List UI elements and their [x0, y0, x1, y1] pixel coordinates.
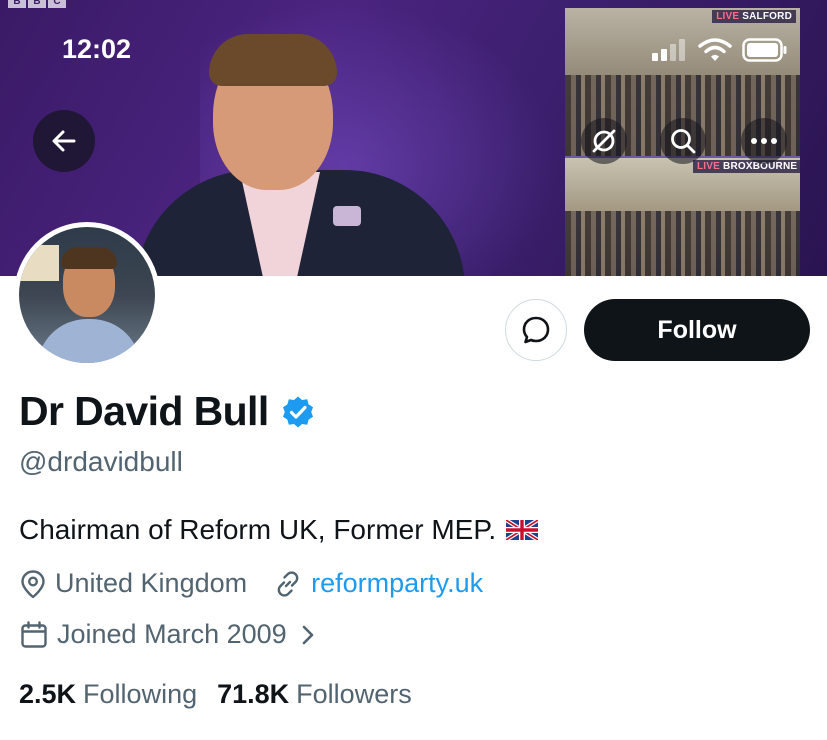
more-button[interactable]	[741, 118, 787, 164]
profile-stats: 2.5K Following 71.8K Followers	[19, 679, 412, 710]
arrow-left-icon	[52, 130, 76, 152]
follow-button[interactable]: Follow	[584, 299, 810, 361]
live-tag: LIVE SALFORD	[712, 10, 796, 23]
search-icon	[671, 129, 696, 154]
profile-joined[interactable]: Joined March 2009	[19, 619, 319, 650]
presenter-hair	[209, 34, 337, 86]
wifi-icon	[698, 38, 732, 61]
profile-meta-row: United Kingdom reformparty.uk	[19, 568, 483, 599]
bio-text: Chairman of Reform UK, Former MEP.	[19, 514, 497, 545]
following-label: Following	[83, 679, 198, 709]
profile-name-row: Dr David Bull	[19, 388, 315, 435]
live-location: SALFORD	[742, 11, 792, 22]
location-text: United Kingdom	[55, 568, 248, 598]
joined-text: Joined March 2009	[57, 619, 287, 649]
back-button[interactable]	[33, 110, 95, 172]
battery-icon	[742, 38, 787, 62]
website-link[interactable]: reformparty.uk	[311, 568, 483, 599]
channel-logo: B B C	[8, 0, 66, 8]
signal-icon	[652, 39, 685, 61]
presenter-pocket-square	[333, 206, 361, 226]
following-stat[interactable]: 2.5K Following	[19, 679, 197, 710]
channel-logo-letter: B	[28, 0, 46, 8]
avatar-hair	[61, 247, 117, 269]
link-icon	[277, 570, 299, 597]
live-tag: LIVE BROXBOURNE	[693, 160, 800, 173]
calendar-icon	[21, 620, 47, 648]
profile-joined-row[interactable]: Joined March 2009	[19, 619, 319, 650]
profile-bio: Chairman of Reform UK, Former MEP.	[19, 514, 539, 546]
followers-label: Followers	[296, 679, 412, 709]
location-pin-icon	[21, 569, 45, 598]
avatar-image	[19, 227, 155, 363]
banner-presenter	[135, 30, 465, 276]
channel-logo-letter: C	[48, 0, 66, 8]
more-icon	[751, 138, 777, 144]
profile-handle: @drdavidbull	[19, 446, 183, 477]
followers-count: 71.8K	[217, 679, 290, 709]
display-name: Dr David Bull	[19, 388, 269, 434]
profile-website[interactable]: reformparty.uk	[273, 568, 483, 599]
live-label: LIVE	[716, 11, 740, 22]
verified-badge-icon	[282, 396, 313, 427]
search-button[interactable]	[660, 118, 706, 164]
avatar-body	[37, 319, 141, 363]
channel-logo-letter: B	[8, 0, 26, 8]
chevron-right-icon	[302, 625, 313, 644]
followers-stat[interactable]: 71.8K Followers	[217, 679, 412, 710]
avatar-background-sign	[19, 245, 59, 281]
live-feed-broxbourne: LIVE BROXBOURNE	[565, 158, 800, 276]
following-count: 2.5K	[19, 679, 77, 709]
hide-banner-button[interactable]	[581, 118, 627, 164]
profile-location: United Kingdom	[19, 568, 247, 599]
uk-flag-icon	[506, 520, 539, 540]
avatar[interactable]	[14, 222, 160, 368]
crowd-image	[565, 211, 800, 276]
live-label: LIVE	[697, 161, 721, 172]
status-icons	[652, 38, 788, 62]
message-icon	[522, 316, 550, 344]
hide-icon	[592, 129, 616, 153]
message-button[interactable]	[505, 299, 567, 361]
status-time: 12:02	[62, 34, 132, 64]
